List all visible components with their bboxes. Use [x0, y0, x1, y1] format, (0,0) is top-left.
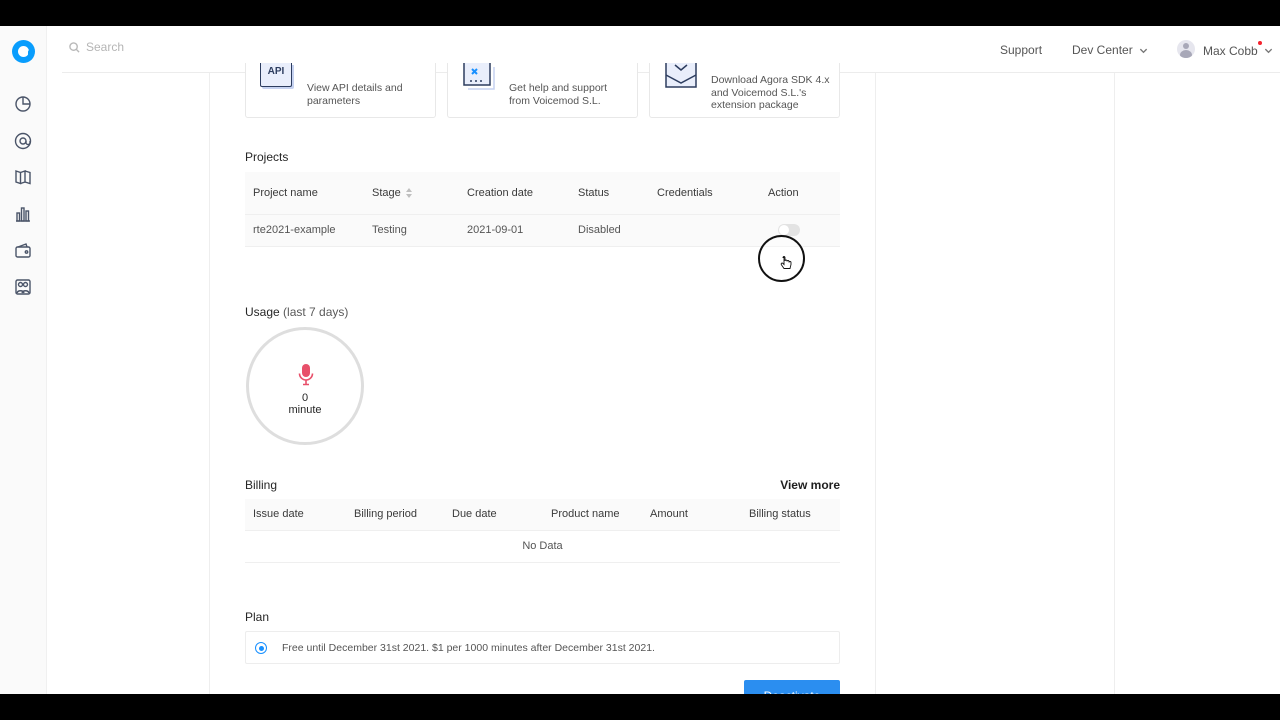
download-card[interactable]: Download Agora SDK 4.x and Voicemod S.L.…	[649, 63, 840, 118]
column-divider	[875, 73, 876, 694]
table-header-row: Project name Stage Creation date Status …	[245, 172, 840, 215]
sort-icon[interactable]	[405, 187, 412, 198]
card-text: Get help and support from Voicemod S.L.	[509, 82, 607, 107]
plan-title: Plan	[245, 610, 270, 624]
plan-description: Free until December 31st 2021. $1 per 10…	[282, 642, 655, 654]
column-header: Amount	[642, 499, 741, 531]
api-card[interactable]: API View API details and parameters	[245, 63, 436, 118]
project-creation-date: 2021-09-01	[459, 214, 570, 247]
table-row: No Data	[245, 530, 840, 563]
column-divider	[209, 73, 210, 694]
search-box[interactable]	[69, 40, 286, 54]
agora-logo[interactable]	[12, 40, 35, 63]
plan-option[interactable]: Free until December 31st 2021. $1 per 10…	[245, 631, 840, 664]
sidebar	[0, 26, 47, 694]
user-name: Max Cobb	[1203, 43, 1258, 58]
analytics-icon[interactable]	[13, 204, 33, 224]
card-text-line: extension package	[711, 99, 799, 111]
project-name[interactable]: rte2021-example	[245, 214, 364, 247]
map-icon[interactable]	[13, 167, 33, 187]
card-text: Download Agora SDK 4.x and Voicemod S.L.…	[711, 74, 829, 112]
table-row: rte2021-example Testing 2021-09-01 Disab…	[245, 214, 840, 247]
usage-value: 0	[301, 392, 309, 404]
column-header: Due date	[444, 499, 543, 531]
microphone-icon	[298, 364, 314, 386]
table-header-row: Issue date Billing period Due date Produ…	[245, 499, 840, 531]
dashboard-icon[interactable]	[13, 94, 33, 114]
column-header-label: Stage	[372, 186, 401, 199]
card-text-line: View API details and	[307, 82, 403, 94]
billing-table: Issue date Billing period Due date Produ…	[245, 499, 840, 563]
usage-unit: minute	[288, 404, 322, 416]
deactivate-button[interactable]: Deactivate	[744, 680, 840, 694]
column-header: Action	[760, 172, 840, 215]
column-header: Credentials	[649, 172, 760, 215]
support-card[interactable]: Get help and support from Voicemod S.L.	[447, 63, 638, 118]
download-package-icon	[664, 63, 697, 93]
chevron-down-icon	[1264, 48, 1272, 53]
search-icon	[69, 41, 80, 53]
view-more-link[interactable]: View more	[780, 478, 840, 492]
usage-title: Usage (last 7 days)	[245, 305, 348, 319]
usage-period: (last 7 days)	[283, 305, 349, 319]
project-stage: Testing	[364, 214, 459, 247]
search-input[interactable]	[86, 40, 286, 54]
plan-radio[interactable]	[255, 642, 267, 654]
card-text-line: parameters	[307, 94, 361, 107]
support-doc-icon	[462, 63, 495, 93]
column-header: Product name	[543, 499, 642, 531]
support-link[interactable]: Support	[1000, 43, 1042, 57]
avatar	[1177, 40, 1195, 58]
usage-title-label: Usage	[245, 305, 280, 319]
project-credentials	[649, 214, 760, 247]
app-window: Support Dev Center Max Cobb API View API…	[0, 26, 1280, 694]
projects-title: Projects	[245, 150, 289, 164]
at-sign-icon[interactable]	[13, 131, 33, 151]
notification-dot	[1258, 41, 1262, 45]
usage-gauge: 0 minute	[246, 327, 364, 445]
column-header-stage[interactable]: Stage	[364, 172, 459, 215]
column-header: Billing period	[346, 499, 444, 531]
api-icon: API	[260, 63, 292, 93]
projects-table: Project name Stage Creation date Status …	[245, 172, 840, 247]
chevron-down-icon	[1139, 48, 1147, 53]
column-divider	[1114, 73, 1115, 694]
column-header: Issue date	[245, 499, 346, 531]
card-text-line: from Voicemod S.L.	[509, 94, 601, 107]
empty-state: No Data	[245, 530, 840, 563]
column-header: Project name	[245, 172, 364, 215]
wallet-icon[interactable]	[13, 241, 33, 261]
card-text: View API details and parameters	[307, 82, 403, 107]
hand-cursor-icon	[780, 256, 792, 269]
api-icon-label: API	[260, 63, 292, 87]
dev-center-menu[interactable]: Dev Center	[1072, 43, 1148, 57]
column-header: Creation date	[459, 172, 570, 215]
dev-center-label: Dev Center	[1072, 43, 1133, 57]
card-text-line: Get help and support	[509, 82, 608, 94]
column-header: Status	[570, 172, 649, 215]
billing-title: Billing	[245, 478, 278, 492]
resource-cards: API View API details and parameters Get …	[245, 63, 840, 118]
card-text-line: Download Agora SDK 4.x	[711, 74, 830, 86]
extensions-icon[interactable]	[13, 277, 33, 297]
column-header: Billing status	[741, 499, 840, 531]
support-label: Support	[1000, 43, 1043, 57]
card-text-line: and Voicemod S.L.'s	[711, 86, 807, 99]
project-status: Disabled	[570, 214, 649, 247]
